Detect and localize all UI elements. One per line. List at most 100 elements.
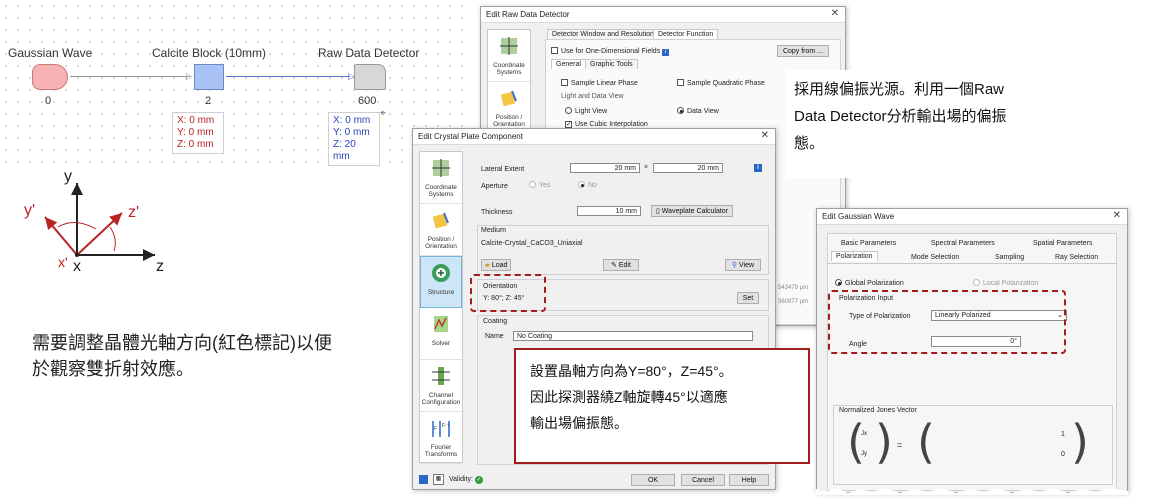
calcite-position-box: X: 0 mm Y: 0 mm Z: 0 mm [172, 112, 224, 154]
subtab-graphic-tools[interactable]: Graphic Tools [585, 59, 638, 69]
sample-quadratic-checkbox[interactable]: Sample Quadratic Phase [677, 79, 765, 87]
equals-sign: = [897, 440, 903, 450]
coating-label: Coating [483, 318, 508, 325]
subtab-general[interactable]: General [551, 59, 586, 69]
detector-position-box: X: 0 mm Y: 0 mm Z: 20 mm [328, 112, 380, 166]
use-1d-checkbox[interactable]: Use for One-Dimensional Fields i [551, 47, 670, 56]
coating-name-field[interactable]: No Coating [513, 331, 753, 341]
raw-side-nav: Coordinate Systems Position / Orientatio… [487, 29, 531, 134]
z-prime-axis [76, 212, 123, 256]
gaussian-wave-node[interactable] [32, 64, 68, 90]
hidden-value: 543479 µm [778, 285, 809, 291]
fourier-icon: F F⁻¹ [432, 421, 450, 437]
copy-from-button[interactable]: Copy from ... [777, 45, 829, 57]
dialog-title: Edit Raw Data Detector [486, 10, 570, 19]
lateral-y-field[interactable]: 20 mm [653, 163, 723, 173]
right-paren: ) [1071, 415, 1089, 469]
right-paren: ) [875, 415, 893, 469]
lateral-x-field[interactable]: 20 mm [570, 163, 640, 173]
aperture-label: Aperture [481, 183, 508, 190]
local-polarization-radio[interactable]: Local Polarization [973, 279, 1038, 287]
save-icon[interactable] [419, 475, 428, 484]
dialog-title: Edit Gaussian Wave [822, 212, 895, 221]
catalog-icon[interactable]: ▦ [433, 474, 444, 485]
calcite-block-node[interactable] [194, 64, 224, 90]
side-item-coordinate-systems[interactable]: Coordinate Systems [420, 152, 462, 204]
crystal-side-nav: Coordinate Systems Position / Orientatio… [419, 151, 463, 464]
info-icon[interactable]: i [754, 164, 762, 172]
coordinate-systems-icon [432, 159, 450, 177]
torn-edge [816, 488, 1128, 495]
close-icon[interactable]: ✕ [761, 130, 769, 141]
side-item-structure[interactable]: Structure [420, 256, 462, 308]
coordinate-systems-icon [500, 37, 518, 55]
help-button[interactable]: Help [729, 474, 769, 486]
cancel-button[interactable]: Cancel [681, 474, 725, 486]
arrow-icon: ▷ [186, 71, 193, 81]
y-prime-axis-label: y' [24, 202, 36, 219]
aperture-no-radio[interactable]: No [578, 181, 597, 189]
side-item-solver[interactable]: Solver [420, 308, 462, 360]
layout-grid [0, 0, 470, 165]
close-icon[interactable]: ✕ [831, 8, 839, 19]
ok-button[interactable]: OK [631, 474, 675, 486]
tab-basic-parameters[interactable]: Basic Parameters [841, 240, 896, 247]
raw-data-detector-index: 600 [358, 95, 377, 107]
jx-label: Jx [861, 431, 867, 437]
z-axis-label: z [156, 258, 164, 275]
side-item-position[interactable]: Position / Orientation [420, 204, 462, 256]
set-orientation-button[interactable]: Set [737, 292, 759, 304]
orientation-callout: 設置晶軸方向為Y=80°，Z=45°。 因此探測器繞Z軸旋轉45°以適應 輸出場… [514, 348, 810, 464]
global-polarization-radio[interactable]: Global Polarization [835, 279, 904, 287]
light-view-radio[interactable]: Light View [565, 107, 607, 115]
orientation-highlight [470, 274, 546, 312]
coating-name-label: Name [485, 333, 504, 340]
position-icon [500, 90, 517, 107]
jones-value-1: 1 [1061, 431, 1065, 438]
view-button[interactable]: ⚲ View [725, 259, 761, 271]
tab-detector-function[interactable]: Detector Function [653, 29, 719, 39]
valid-check-icon: ✓ [474, 476, 483, 484]
svg-text:F⁻¹: F⁻¹ [442, 423, 450, 429]
times-label: × [644, 164, 649, 171]
calcite-block-index: 2 [205, 95, 212, 107]
side-item-coordinate-systems[interactable]: Coordinate Systems [488, 30, 530, 82]
info-icon: i [662, 49, 670, 56]
cubic-interpolation-checkbox[interactable]: Use Cubic Interpolation [565, 121, 648, 128]
magnifier-icon: ⚲ [731, 262, 738, 269]
thickness-label: Thickness [481, 209, 513, 216]
tab-detector-window[interactable]: Detector Window and Resolution [547, 29, 659, 39]
side-item-channel-configuration[interactable]: Channel Configuration [420, 360, 462, 412]
raw-data-detector-node[interactable] [354, 64, 386, 90]
data-view-radio[interactable]: Data View [677, 107, 719, 115]
axes-diagram [44, 183, 155, 261]
gaussian-wave-label: Gaussian Wave [8, 46, 93, 60]
tab-polarization[interactable]: Polarization [831, 251, 878, 261]
validity-label: Validity: ✓ [449, 476, 483, 484]
waveplate-calculator-button[interactable]: ▯ Waveplate Calculator [651, 205, 733, 217]
tab-sampling[interactable]: Sampling [995, 254, 1024, 261]
side-item-fourier-transforms[interactable]: F F⁻¹ Fourier Transforms [420, 412, 462, 464]
tab-spectral-parameters[interactable]: Spectral Parameters [931, 240, 995, 247]
svg-text:F: F [434, 426, 437, 432]
tab-spatial-parameters[interactable]: Spatial Parameters [1033, 240, 1093, 247]
aperture-yes-radio[interactable]: Yes [529, 181, 550, 189]
thickness-field[interactable]: 10 mm [577, 206, 641, 216]
pencil-icon: ✎ [611, 262, 617, 269]
y-axis-label: y [64, 168, 72, 185]
folder-icon: ▰ [484, 262, 490, 269]
hidden-value: 360977 µm [778, 299, 809, 305]
lateral-extent-label: Lateral Extent [481, 166, 525, 173]
side-item-position[interactable]: Position / Orientation [488, 82, 530, 134]
tab-mode-selection[interactable]: Mode Selection [911, 254, 959, 261]
tab-ray-selection[interactable]: Ray Selection [1055, 254, 1098, 261]
edit-button[interactable]: ✎ Edit [603, 259, 639, 271]
load-button[interactable]: ▰ Load [481, 259, 511, 271]
connector-line [70, 76, 190, 77]
angle-arc [109, 226, 116, 252]
raw-data-detector-label: Raw Data Detector [318, 46, 420, 60]
light-data-view-label: Light and Data View [561, 93, 624, 100]
close-icon[interactable]: ✕ [1113, 210, 1121, 221]
connector-line [226, 76, 350, 77]
sample-linear-checkbox[interactable]: Sample Linear Phase [561, 79, 638, 87]
